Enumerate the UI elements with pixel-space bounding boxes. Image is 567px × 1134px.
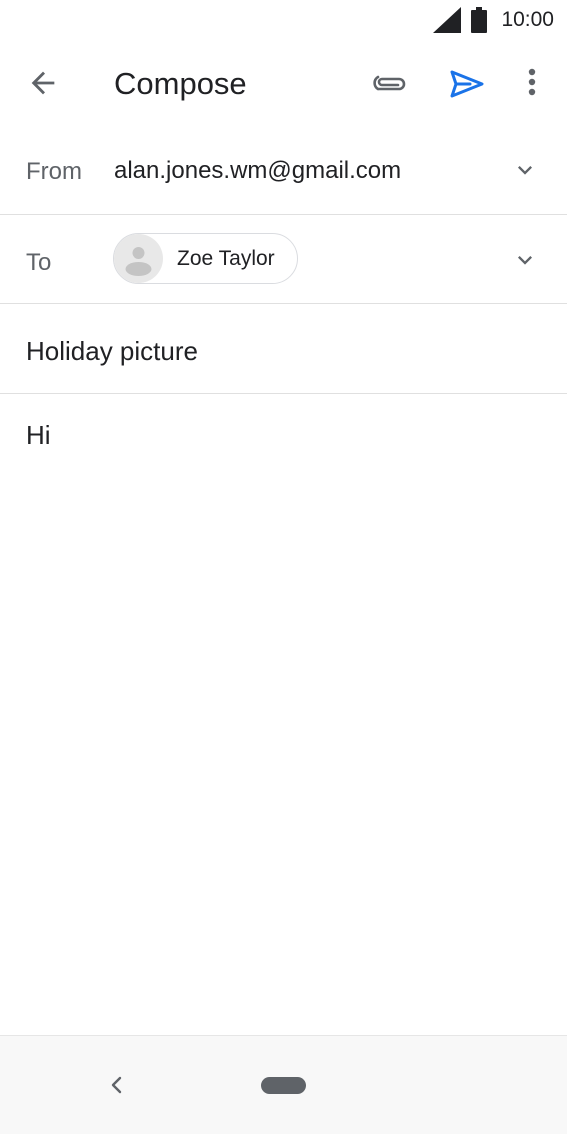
- paperclip-icon[interactable]: [370, 64, 410, 104]
- signal-icon: [433, 7, 462, 33]
- battery-icon: [471, 7, 488, 33]
- compose-screen: 10:00 Compose From alan.jones.wm@gmail.c…: [0, 0, 567, 1134]
- to-label: To: [26, 249, 52, 276]
- more-vert-icon[interactable]: [518, 64, 546, 104]
- chevron-down-icon[interactable]: [511, 156, 539, 184]
- message-body[interactable]: Hi: [26, 420, 51, 451]
- to-row[interactable]: To Zoe Taylor: [0, 215, 567, 304]
- nav-back-icon[interactable]: [104, 1072, 130, 1098]
- nav-home-pill[interactable]: [261, 1077, 306, 1094]
- avatar: [114, 234, 163, 283]
- send-icon[interactable]: [446, 64, 486, 104]
- status-bar: 10:00: [0, 0, 567, 40]
- app-bar: Compose: [0, 40, 567, 126]
- status-time: 10:00: [501, 8, 554, 31]
- recipient-name: Zoe Taylor: [177, 246, 275, 270]
- from-account[interactable]: alan.jones.wm@gmail.com: [114, 157, 401, 185]
- recipient-chip[interactable]: Zoe Taylor: [113, 233, 298, 284]
- subject-row[interactable]: Holiday picture: [0, 304, 567, 394]
- subject-field[interactable]: Holiday picture: [26, 336, 198, 367]
- page-title: Compose: [114, 66, 247, 101]
- person-icon: [125, 247, 152, 276]
- back-arrow-icon[interactable]: [26, 66, 60, 100]
- system-nav-bar: [0, 1035, 567, 1134]
- chevron-down-icon[interactable]: [511, 246, 539, 274]
- from-label: From: [26, 158, 82, 185]
- from-row[interactable]: From alan.jones.wm@gmail.com: [0, 126, 567, 215]
